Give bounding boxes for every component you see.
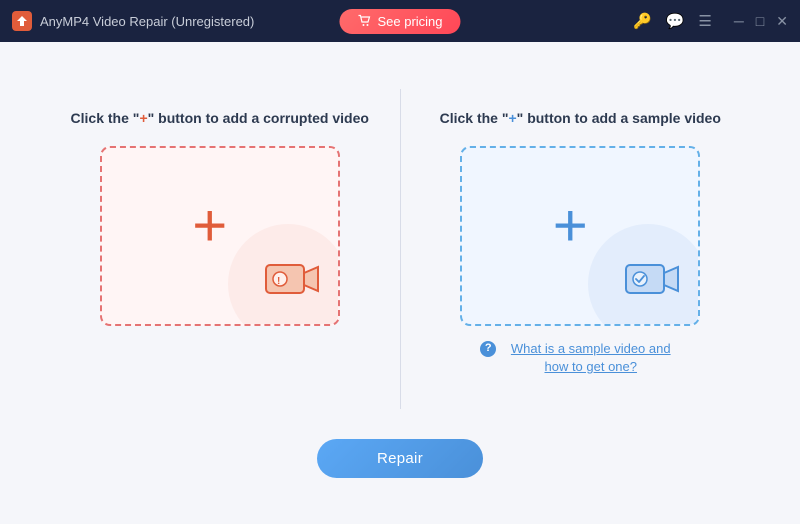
left-plus-highlight: +: [139, 110, 147, 126]
title-bar-right: 🔑 💬 ☰ ─ □ ✕: [633, 12, 788, 30]
title-bar-left: AnyMP4 Video Repair (Unregistered): [12, 11, 633, 31]
app-icon: [12, 11, 32, 31]
app-title: AnyMP4 Video Repair (Unregistered): [40, 14, 254, 29]
title-bar: AnyMP4 Video Repair (Unregistered) See p…: [0, 0, 800, 42]
minimize-button[interactable]: ─: [734, 14, 744, 28]
window-controls: ─ □ ✕: [734, 14, 788, 28]
main-content: Click the "+" button to add a corrupted …: [0, 42, 800, 524]
repair-button[interactable]: Repair: [317, 439, 483, 478]
key-icon[interactable]: 🔑: [633, 12, 652, 30]
sample-video-icon: [624, 257, 680, 306]
title-bar-center: See pricing: [339, 9, 460, 34]
cart-icon: [357, 14, 371, 28]
sample-video-help-link[interactable]: ? What is a sample video and how to get …: [480, 340, 680, 376]
maximize-button[interactable]: □: [756, 14, 764, 28]
help-icon: ?: [480, 341, 496, 357]
chat-icon[interactable]: 💬: [666, 12, 685, 30]
corrupted-video-icon: !: [264, 257, 320, 306]
panels-container: Click the "+" button to add a corrupted …: [40, 89, 760, 409]
svg-text:!: !: [277, 276, 280, 287]
see-pricing-button[interactable]: See pricing: [339, 9, 460, 34]
right-plus-highlight: +: [508, 110, 516, 126]
left-panel: Click the "+" button to add a corrupted …: [40, 89, 400, 347]
right-panel: Click the "+" button to add a sample vid…: [401, 89, 761, 397]
plus-icon-red: +: [192, 196, 227, 256]
left-panel-label: Click the "+" button to add a corrupted …: [71, 109, 369, 129]
add-corrupted-video-button[interactable]: + !: [100, 146, 340, 326]
close-button[interactable]: ✕: [776, 14, 788, 28]
menu-icon[interactable]: ☰: [698, 12, 711, 30]
add-sample-video-button[interactable]: +: [460, 146, 700, 326]
right-panel-label: Click the "+" button to add a sample vid…: [440, 109, 721, 129]
repair-btn-container: Repair: [317, 439, 483, 478]
plus-icon-blue: +: [553, 196, 588, 256]
